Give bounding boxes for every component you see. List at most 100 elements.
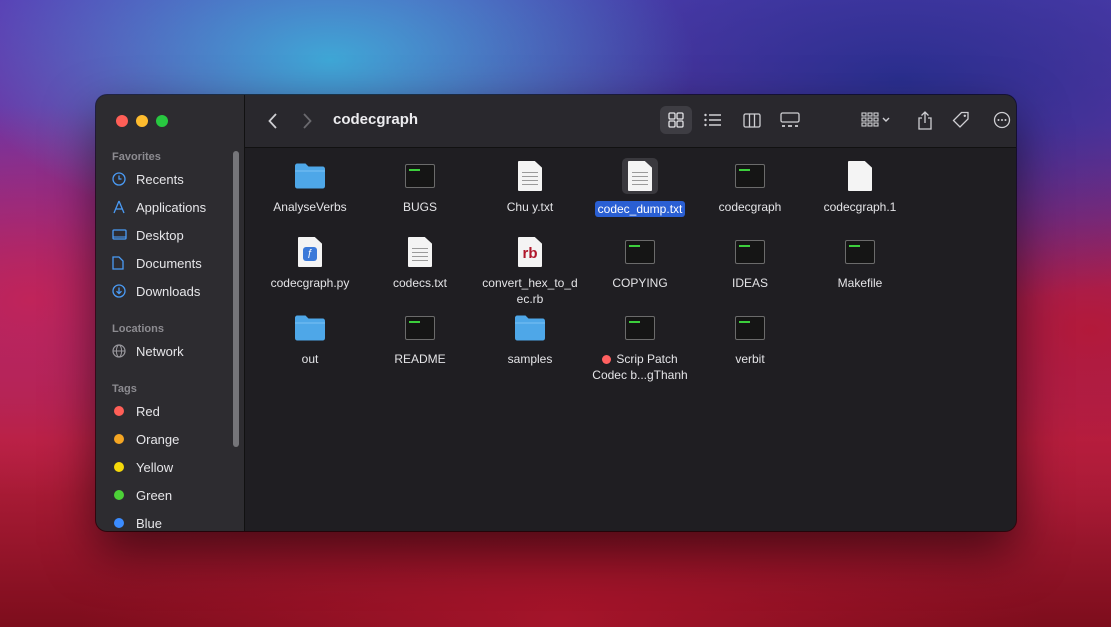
text-document-icon [510,156,550,196]
sidebar: Favorites Recents Applications Desktop D… [96,95,245,531]
more-actions-button[interactable] [989,106,1016,134]
more-icon [993,111,1011,129]
column-view-button[interactable] [737,106,767,134]
file-item[interactable]: codecs.txt [365,232,475,291]
window-controls [116,115,168,127]
gallery-view-icon [780,112,800,127]
file-item[interactable]: codecgraph [695,156,805,215]
file-item[interactable]: Chu y.txt [475,156,585,215]
minimize-button[interactable] [136,115,148,127]
sidebar-item-network[interactable]: Network [112,340,184,362]
file-item[interactable]: samples [475,308,585,367]
desktop-icon [112,229,132,241]
document-icon [112,256,132,270]
folder-icon [290,308,330,348]
file-name: verbit [735,352,765,366]
sidebar-scrollbar[interactable] [233,151,239,447]
download-icon [112,284,132,298]
ruby-badge: rb [522,244,538,262]
sidebar-item-label: Red [136,403,160,419]
file-name: BUGS [402,200,437,214]
sidebar-item-desktop[interactable]: Desktop [112,224,184,246]
file-item[interactable]: BUGS [365,156,475,215]
file-item[interactable]: COPYING [585,232,695,291]
close-button[interactable] [116,115,128,127]
file-item[interactable]: Scrip Patch Codec b...gThanh [585,308,695,383]
tag-color-dot [114,490,124,500]
terminal-exec-icon [730,308,770,348]
sidebar-item-label: Recents [136,171,184,187]
file-item[interactable]: verbit [695,308,805,367]
list-view-button[interactable] [698,106,728,134]
terminal-exec-icon [400,156,440,196]
icon-view-icon [668,112,684,128]
tag-button[interactable] [947,106,975,134]
terminal-exec-icon [730,156,770,196]
favorites-title: Favorites [112,151,161,163]
file-item[interactable]: out [255,308,365,367]
sidebar-tag-red[interactable]: Red [112,400,160,422]
finder-window: Favorites Recents Applications Desktop D… [96,95,1016,531]
sidebar-item-documents[interactable]: Documents [112,252,202,274]
tag-color-dot [114,434,124,444]
terminal-exec-icon [620,308,660,348]
file-item[interactable]: Makefile [805,232,915,291]
file-name: Scrip Patch Codec b...gThanh [592,352,688,382]
blank-document-icon [840,156,880,196]
sidebar-tag-yellow[interactable]: Yellow [112,456,173,478]
sidebar-item-label: Yellow [136,459,174,475]
sidebar-item-recents[interactable]: Recents [112,168,184,190]
file-grid: AnalyseVerbs BUGS Chu y.txt codec_dump.t… [245,148,1016,531]
terminal-exec-icon [620,232,660,272]
sidebar-item-label: Green [136,487,173,503]
sidebar-tag-orange[interactable]: Orange [112,428,179,450]
share-icon [918,110,932,130]
sidebar-item-applications[interactable]: Applications [112,196,206,218]
sidebar-item-label: Desktop [136,227,184,243]
file-name: Makefile [837,276,883,290]
file-name: samples [507,352,553,366]
tag-color-dot [114,406,124,416]
gallery-view-button[interactable] [775,106,805,134]
tag-color-dot [114,462,124,472]
terminal-exec-icon [400,308,440,348]
sidebar-tag-blue[interactable]: Blue [112,512,162,531]
toolbar: codecgraph [245,95,1016,148]
column-view-icon [743,112,761,128]
tag-icon [952,111,969,128]
zoom-button[interactable] [156,115,168,127]
file-name: codec_dump.txt [594,201,686,217]
forward-button[interactable] [297,110,317,132]
folder-icon [290,156,330,196]
file-item[interactable]: IDEAS [695,232,805,291]
back-button[interactable] [263,110,283,132]
file-name: convert_hex_to_d ec.rb [482,276,578,306]
locations-title: Locations [112,323,164,335]
sidebar-tag-green[interactable]: Green [112,484,172,506]
file-item[interactable]: AnalyseVerbs [255,156,365,215]
file-name: codecgraph.py [270,276,350,290]
file-item[interactable]: ƒ codecgraph.py [255,232,365,291]
sidebar-item-label: Network [136,343,184,359]
file-item[interactable]: rb convert_hex_to_d ec.rb [475,232,585,307]
icon-view-button[interactable] [660,106,692,134]
group-button[interactable] [855,106,897,134]
text-document-icon [622,158,658,194]
terminal-exec-icon [840,232,880,272]
file-name: AnalyseVerbs [273,200,347,214]
tags-title: Tags [112,383,137,395]
file-item[interactable]: README [365,308,475,367]
file-item-selected[interactable]: codec_dump.txt [585,156,695,217]
forward-icon [303,113,312,129]
share-button[interactable] [911,106,939,134]
file-item[interactable]: codecgraph.1 [805,156,915,215]
folder-icon [510,308,550,348]
file-name: codecs.txt [392,276,448,290]
file-name: codecgraph.1 [823,200,897,214]
sidebar-item-label: Applications [136,199,207,215]
sidebar-item-downloads[interactable]: Downloads [112,280,200,302]
globe-icon [112,344,132,358]
list-view-icon [704,113,721,127]
sidebar-item-label: Downloads [136,283,201,299]
clock-icon [112,172,132,186]
